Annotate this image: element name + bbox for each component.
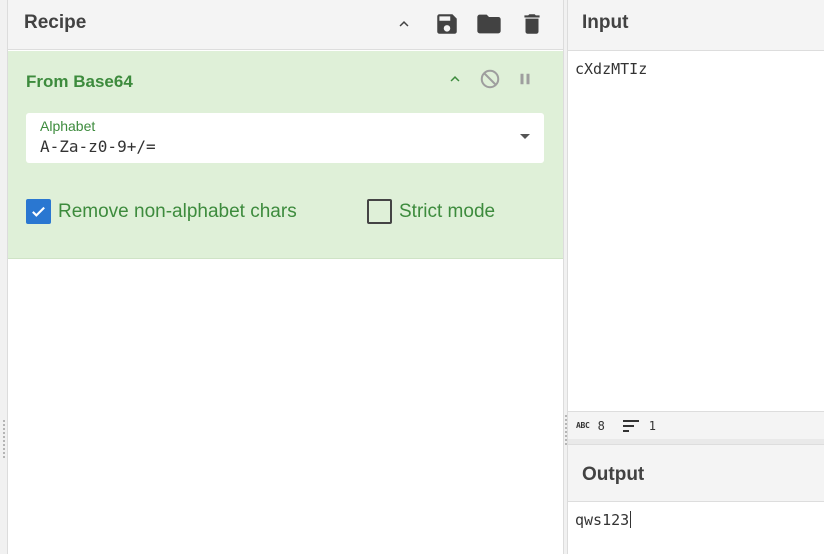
disable-icon (480, 69, 500, 89)
output-textarea[interactable]: qws123 (575, 511, 632, 529)
alphabet-select[interactable]: Alphabet A-Za-z0-9+/= (26, 113, 544, 163)
input-title: Input (582, 12, 629, 33)
chevron-up-icon (450, 76, 460, 82)
lines-icon (622, 419, 639, 432)
left-gutter (0, 0, 8, 554)
alphabet-value: A-Za-z0-9+/= (40, 137, 156, 156)
clear-recipe-button[interactable] (517, 9, 547, 39)
chevron-up-icon (399, 21, 409, 27)
recipe-pane: Recipe From Base64 Alphabet A-Za-z0-9+/= (8, 0, 563, 554)
collapse-all-button[interactable] (389, 9, 419, 39)
resize-grip[interactable] (3, 420, 5, 460)
output-value: qws123 (575, 511, 630, 529)
input-status-bar: ABC 8 1 (568, 411, 824, 439)
output-title: Output (582, 464, 645, 485)
save-recipe-button[interactable] (432, 9, 462, 39)
resize-grip[interactable] (565, 415, 567, 445)
input-length: 8 (597, 418, 605, 433)
disable-operation-button[interactable] (478, 67, 502, 91)
output-pane: Output qws123 (568, 445, 824, 554)
recipe-title: Recipe (24, 12, 87, 33)
checkbox-checked-icon[interactable] (26, 199, 51, 224)
dropdown-caret-icon (520, 134, 530, 139)
collapse-operation-button[interactable] (443, 67, 467, 91)
text-cursor (630, 511, 632, 528)
remove-non-alphabet-checkbox[interactable]: Remove non-alphabet chars (26, 199, 297, 224)
abc-length-icon: ABC (576, 421, 590, 430)
load-recipe-button[interactable] (474, 9, 504, 39)
operation-title: From Base64 (26, 72, 133, 91)
operation-from-base64[interactable]: From Base64 Alphabet A-Za-z0-9+/= Remove… (8, 51, 563, 259)
pause-operation-button[interactable] (513, 67, 537, 91)
input-pane: Input cXdzMTIz (568, 0, 824, 437)
strict-mode-label: Strict mode (399, 200, 496, 222)
trash-icon (524, 14, 540, 34)
alphabet-label: Alphabet (40, 118, 96, 134)
pause-icon (520, 73, 530, 85)
save-icon (437, 14, 457, 34)
checkbox-unchecked-icon[interactable] (367, 199, 392, 224)
recipe-header: Recipe (8, 0, 563, 50)
folder-icon (477, 14, 501, 34)
input-textarea[interactable]: cXdzMTIz (575, 60, 647, 78)
strict-mode-checkbox[interactable]: Strict mode (367, 199, 495, 224)
remove-non-alphabet-label: Remove non-alphabet chars (58, 200, 297, 222)
input-line-count: 1 (648, 418, 657, 433)
input-header: Input (568, 0, 824, 51)
output-header: Output (568, 445, 824, 502)
